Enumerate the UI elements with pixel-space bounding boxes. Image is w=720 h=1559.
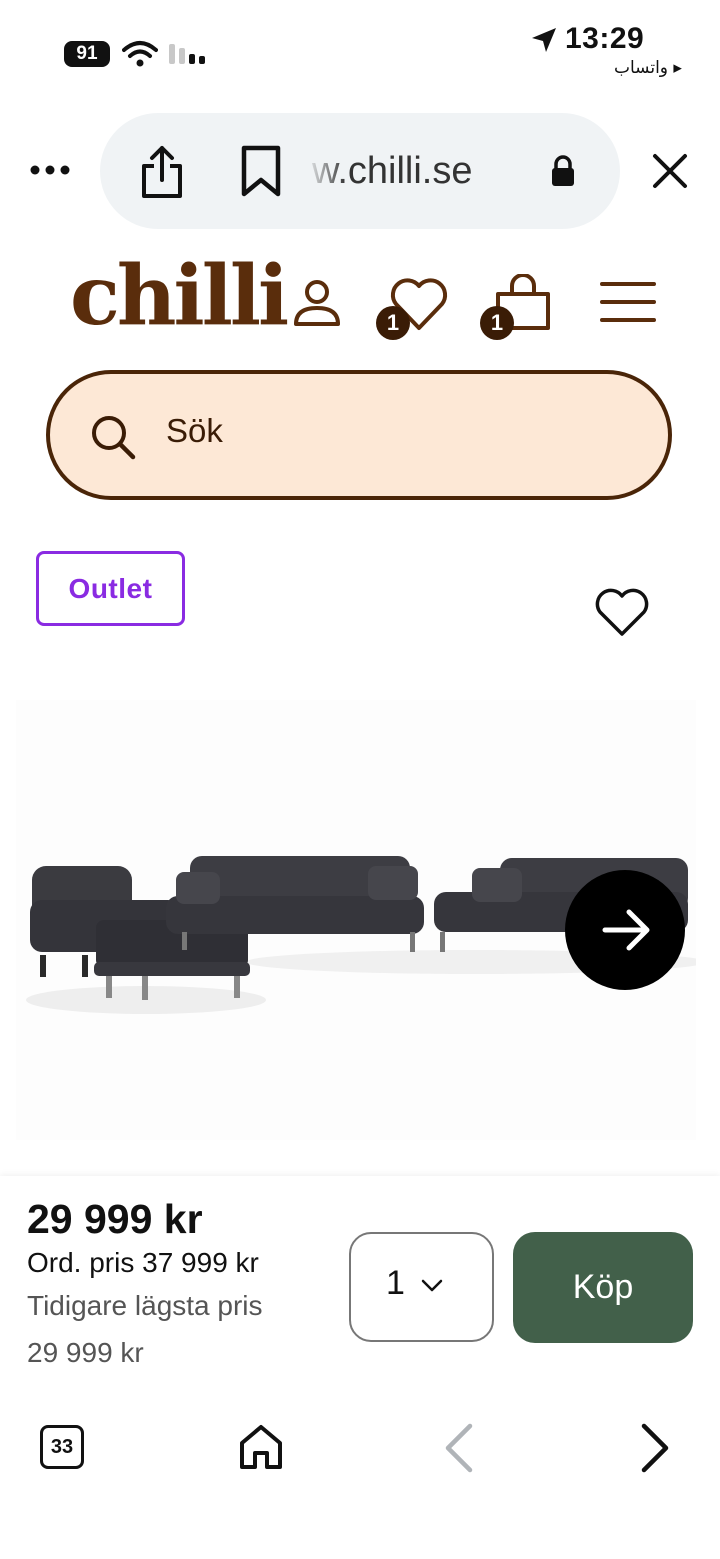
quantity-value: 1: [386, 1264, 405, 1302]
search-input[interactable]: [46, 370, 672, 500]
lock-icon: [550, 155, 576, 187]
tabs-button[interactable]: 33: [40, 1425, 84, 1469]
wishlist-count-badge: 1: [376, 306, 410, 340]
favorite-heart-icon[interactable]: [594, 588, 650, 638]
back-arrow-icon[interactable]: [442, 1422, 476, 1474]
forward-arrow-icon[interactable]: [638, 1422, 672, 1474]
product-price: 29 999 kr: [27, 1196, 203, 1242]
battery-indicator: 91: [64, 41, 110, 67]
browser-toolbar: [0, 1386, 720, 1559]
search-icon: [88, 412, 138, 462]
account-icon[interactable]: [292, 278, 342, 328]
home-icon[interactable]: [238, 1423, 284, 1471]
back-to-app-link[interactable]: واتساب ▸: [614, 58, 682, 78]
wifi-icon: [122, 40, 158, 68]
close-icon[interactable]: [652, 153, 688, 189]
lowest-price-value: 29 999 kr: [27, 1337, 144, 1368]
status-time: 13:29: [565, 22, 645, 55]
menu-icon[interactable]: [600, 280, 656, 324]
share-icon[interactable]: [140, 144, 184, 200]
chevron-down-icon: [420, 1278, 444, 1294]
signal-icon: [168, 42, 208, 66]
next-image-button[interactable]: [565, 870, 685, 990]
buy-button[interactable]: Köp: [513, 1232, 693, 1343]
location-arrow-icon: [530, 26, 558, 54]
lowest-price-label: Tidigare lägsta pris: [27, 1290, 263, 1321]
chilli-logo[interactable]: chilli: [70, 255, 289, 337]
url-fade: [306, 140, 346, 200]
bookmark-icon[interactable]: [240, 144, 282, 198]
cart-count-badge: 1: [480, 306, 514, 340]
ordinary-price: Ord. pris 37 999 kr: [27, 1247, 259, 1278]
more-options-icon[interactable]: [30, 160, 70, 180]
outlet-badge: Outlet: [36, 551, 185, 626]
search-placeholder: Sök: [166, 412, 223, 449]
arrow-right-icon: [602, 909, 650, 951]
